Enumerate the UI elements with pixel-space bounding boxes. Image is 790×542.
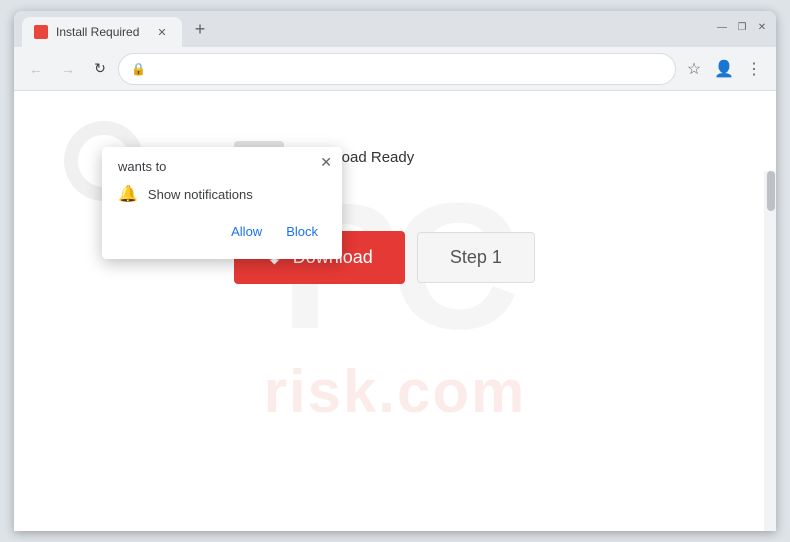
popup-notification-row: 🔔 Show notifications [118, 184, 326, 204]
title-bar: Install Required ✕ + — ❐ ✕ [14, 11, 776, 47]
browser-window: Install Required ✕ + — ❐ ✕ ← → ↻ 🔒 ☆ 👤 ⋮ [14, 11, 776, 531]
tab-favicon [34, 25, 48, 39]
block-button[interactable]: Block [278, 218, 326, 245]
forward-button[interactable]: → [54, 55, 82, 83]
browser-content: PC risk.com Download Ready FREE App ⬇ Do… [14, 91, 776, 531]
popup-title: wants to [118, 159, 326, 174]
allow-button[interactable]: Allow [223, 218, 270, 245]
step-button[interactable]: Step 1 [417, 232, 535, 283]
minimize-button[interactable]: — [716, 21, 728, 33]
bell-icon: 🔔 [118, 184, 138, 204]
popup-close-button[interactable]: ✕ [320, 155, 332, 169]
tab-close-button[interactable]: ✕ [154, 24, 170, 40]
watermark-risk-text: risk.com [264, 357, 527, 426]
close-button[interactable]: ✕ [756, 21, 768, 33]
scrollbar-thumb[interactable] [767, 171, 775, 211]
bookmark-button[interactable]: ☆ [680, 55, 708, 83]
tab-title: Install Required [56, 25, 146, 39]
popup-buttons: Allow Block [118, 218, 326, 245]
refresh-button[interactable]: ↻ [86, 55, 114, 83]
window-controls: — ❐ ✕ [716, 21, 768, 37]
notification-popup: ✕ wants to 🔔 Show notifications Allow Bl… [102, 147, 342, 259]
lock-icon: 🔒 [131, 62, 146, 76]
restore-button[interactable]: ❐ [736, 21, 748, 33]
new-tab-button[interactable]: + [186, 15, 214, 43]
toolbar-actions: ☆ 👤 ⋮ [680, 55, 768, 83]
scrollbar[interactable] [764, 171, 776, 531]
account-button[interactable]: 👤 [710, 55, 738, 83]
back-button[interactable]: ← [22, 55, 50, 83]
popup-notification-text: Show notifications [148, 187, 253, 202]
tab-strip: Install Required ✕ + [22, 11, 712, 47]
browser-tab[interactable]: Install Required ✕ [22, 17, 182, 47]
menu-button[interactable]: ⋮ [740, 55, 768, 83]
browser-toolbar: ← → ↻ 🔒 ☆ 👤 ⋮ [14, 47, 776, 91]
address-bar[interactable]: 🔒 [118, 53, 676, 85]
